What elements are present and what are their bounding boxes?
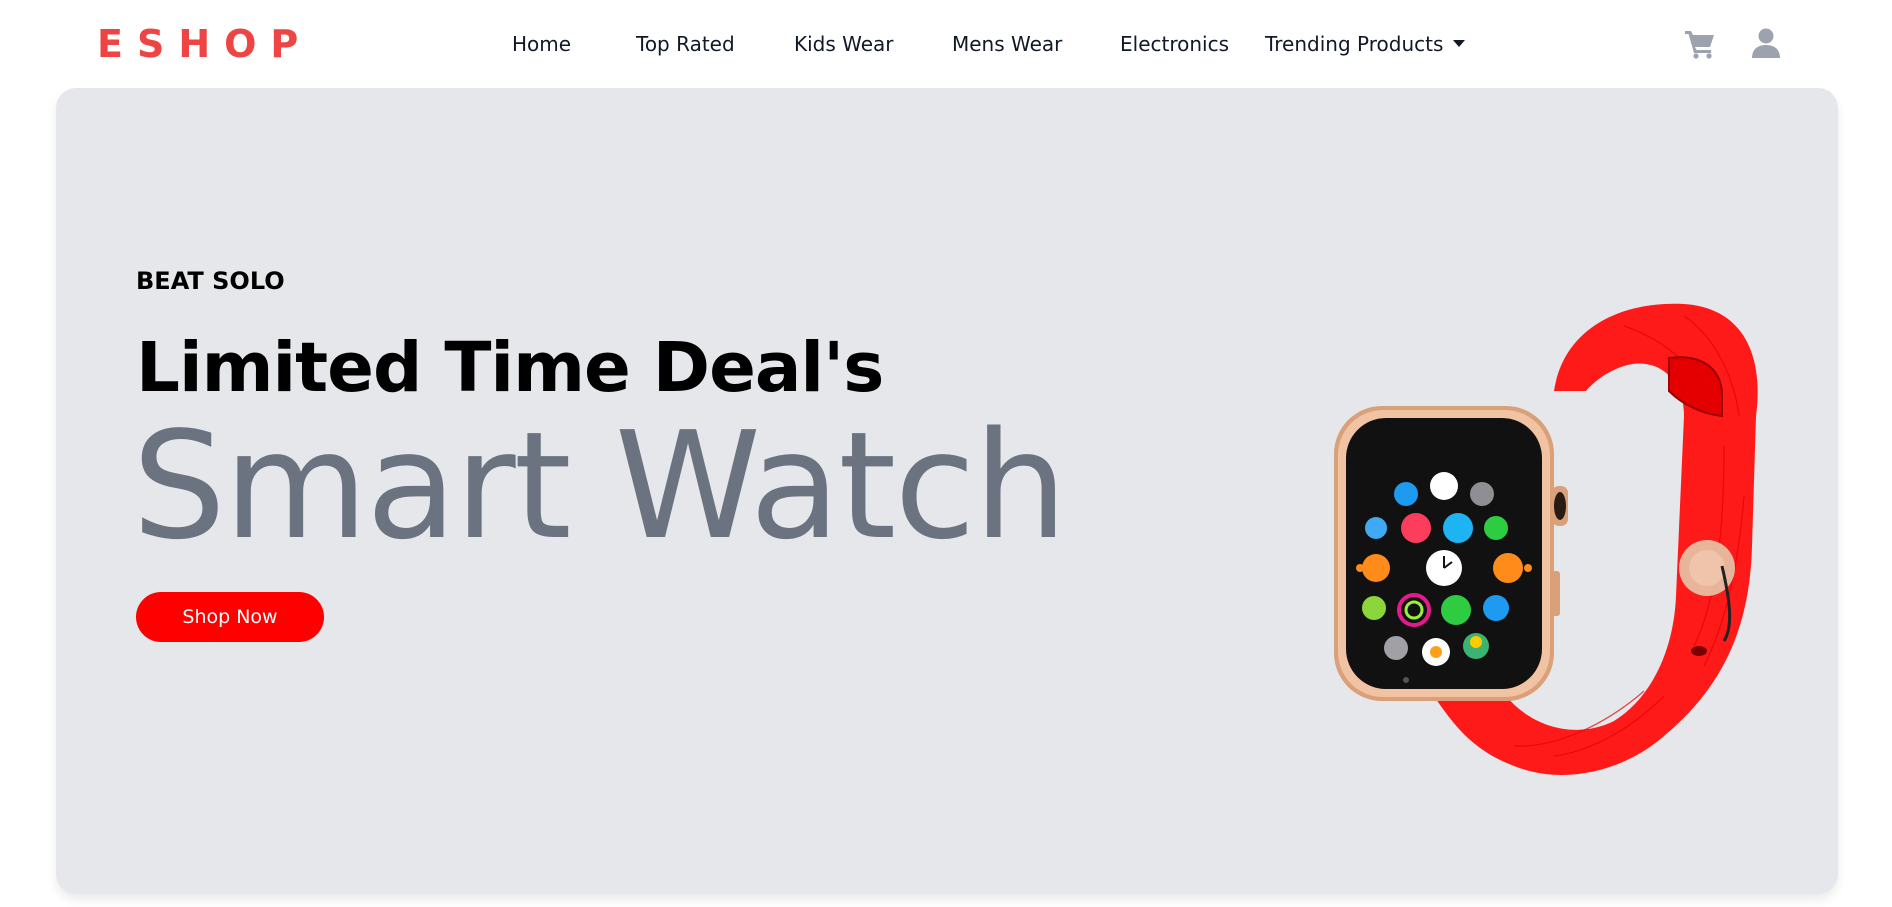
shop-now-button[interactable]: Shop Now	[136, 592, 324, 642]
user-icon[interactable]	[1749, 26, 1783, 60]
smart-watch-image	[1334, 303, 1758, 775]
site-header: ESHOP Home Top Rated Kids Wear Mens Wear…	[0, 0, 1892, 88]
nav-trending-products-label: Trending Products	[1265, 32, 1444, 56]
nav-kids-wear[interactable]: Kids Wear	[794, 30, 894, 58]
nav-electronics[interactable]: Electronics	[1120, 30, 1229, 58]
brand-logo[interactable]: ESHOP	[97, 20, 312, 68]
nav-mens-wear[interactable]: Mens Wear	[952, 30, 1062, 58]
nav-trending-products[interactable]: Trending Products	[1265, 30, 1466, 58]
hero-banner: BEAT SOLO Limited Time Deal's Smart Watc…	[56, 88, 1838, 894]
cart-icon[interactable]	[1683, 26, 1717, 60]
caret-down-icon	[1453, 40, 1466, 47]
nav-top-rated[interactable]: Top Rated	[636, 30, 735, 58]
hero-product-name: Smart Watch	[132, 400, 1067, 572]
nav-home[interactable]: Home	[512, 30, 571, 58]
hero-subtitle: BEAT SOLO	[136, 267, 285, 295]
